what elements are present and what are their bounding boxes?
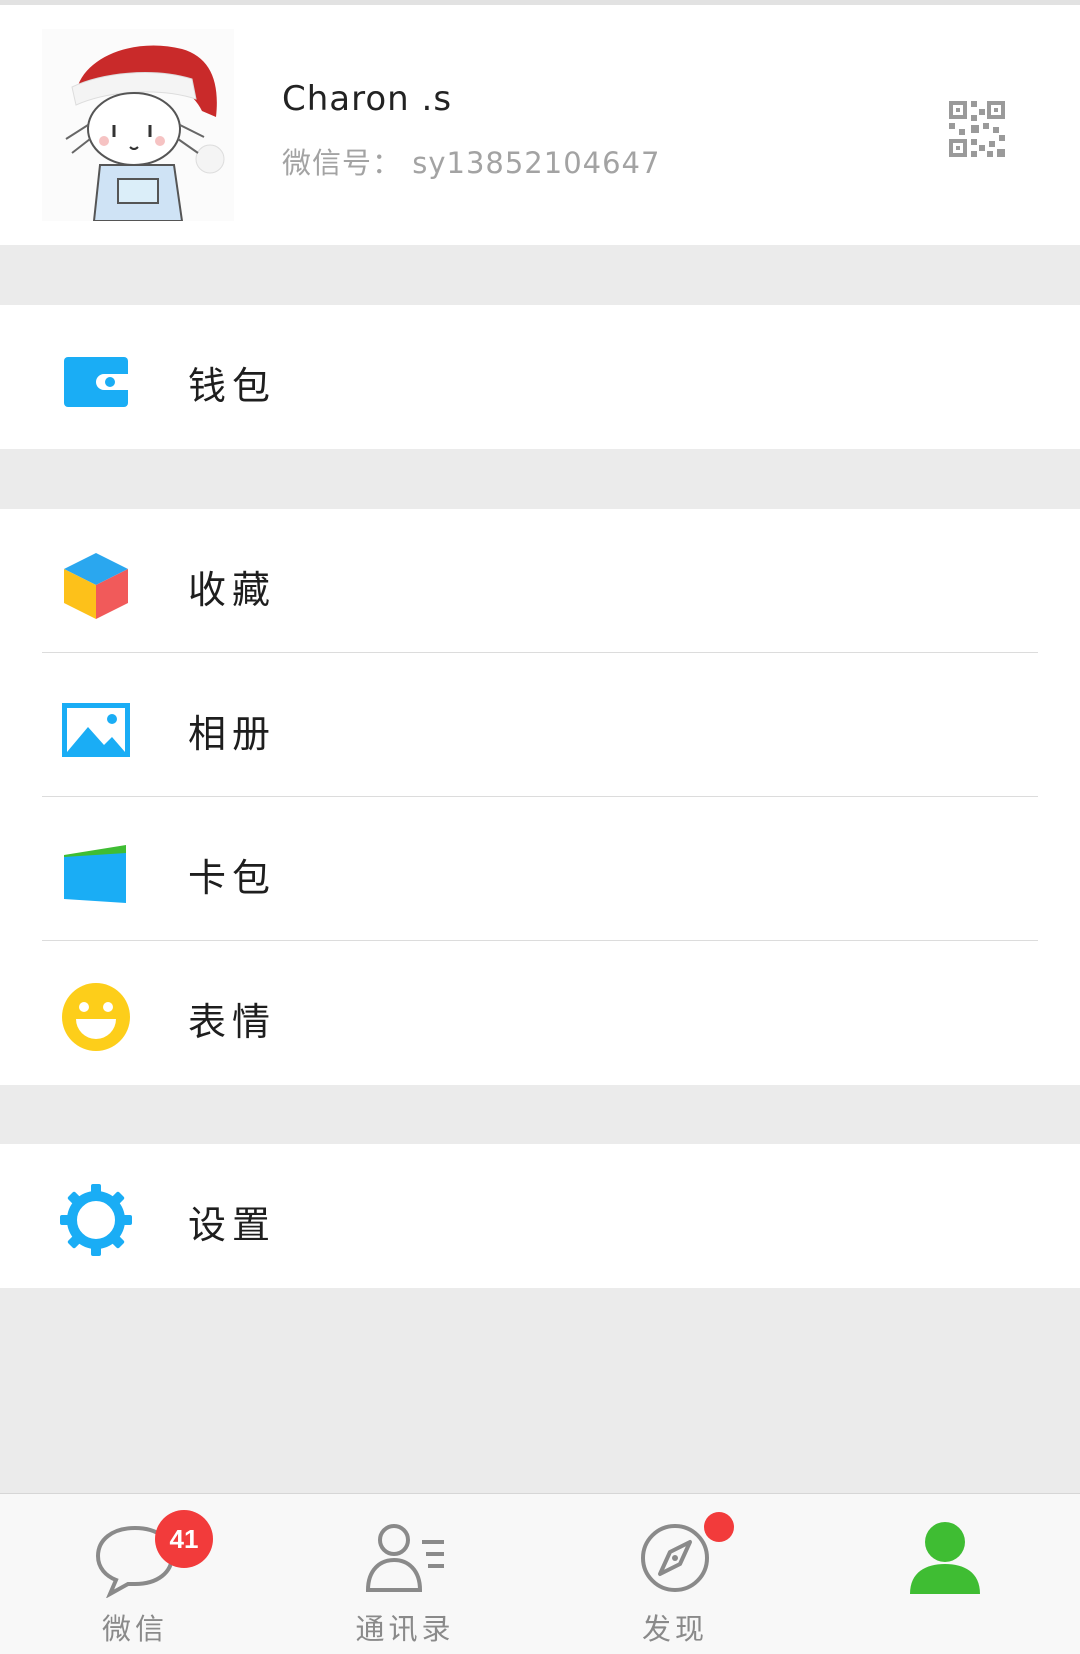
cube-icon — [60, 549, 132, 621]
menu-item-settings[interactable]: 设置 — [0, 1144, 1080, 1288]
menu-item-wallet[interactable]: 钱包 — [0, 305, 1080, 449]
profile-name: Charon .s — [282, 79, 453, 119]
tab-chats[interactable]: 41 微信 — [0, 1494, 270, 1654]
avatar[interactable] — [42, 29, 234, 221]
me-person-icon — [900, 1518, 990, 1598]
profile-card[interactable]: Charon .s 微信号： sy13852104647 — [0, 5, 1080, 245]
menu-label-stickers: 表情 — [188, 1000, 277, 1044]
menu-label-wallet: 钱包 — [188, 364, 277, 408]
tab-label-discover: 发现 — [641, 1612, 708, 1646]
avatar-cartoon-icon — [65, 45, 225, 221]
tab-contacts[interactable]: 通讯录 — [270, 1494, 540, 1654]
tab-me[interactable] — [810, 1494, 1080, 1654]
new-moments-dot — [704, 1512, 734, 1542]
menu-item-cards[interactable]: 卡包 — [0, 797, 1080, 941]
menu-item-favorites[interactable]: 收藏 — [0, 509, 1080, 653]
tab-label-chats: 微信 — [101, 1612, 168, 1646]
smiley-icon — [60, 981, 132, 1053]
photo-icon — [60, 693, 132, 765]
tab-discover[interactable]: 发现 — [540, 1494, 810, 1654]
wallet-icon — [60, 345, 132, 417]
settings-section: 设置 — [0, 1144, 1080, 1288]
menu-item-stickers[interactable]: 表情 — [0, 941, 1080, 1085]
menu-label-favorites: 收藏 — [188, 568, 277, 612]
wallet-section: 钱包 — [0, 305, 1080, 449]
menu-label-cards: 卡包 — [188, 856, 277, 900]
wechat-id: 微信号： sy13852104647 — [282, 146, 661, 180]
tab-label-contacts: 通讯录 — [355, 1612, 455, 1646]
unread-badge: 41 — [155, 1510, 213, 1568]
bottom-tab-bar: 41 微信 通讯录 发现 — [0, 1493, 1080, 1654]
card-wallet-icon — [60, 837, 132, 909]
menu-label-album: 相册 — [188, 712, 277, 756]
qr-code-icon[interactable] — [949, 101, 1005, 157]
menu-item-album[interactable]: 相册 — [0, 653, 1080, 797]
tools-section: 收藏 相册 卡包 表情 — [0, 509, 1080, 1085]
menu-label-settings: 设置 — [188, 1203, 277, 1247]
contacts-icon — [360, 1518, 450, 1598]
gear-icon — [60, 1184, 132, 1256]
